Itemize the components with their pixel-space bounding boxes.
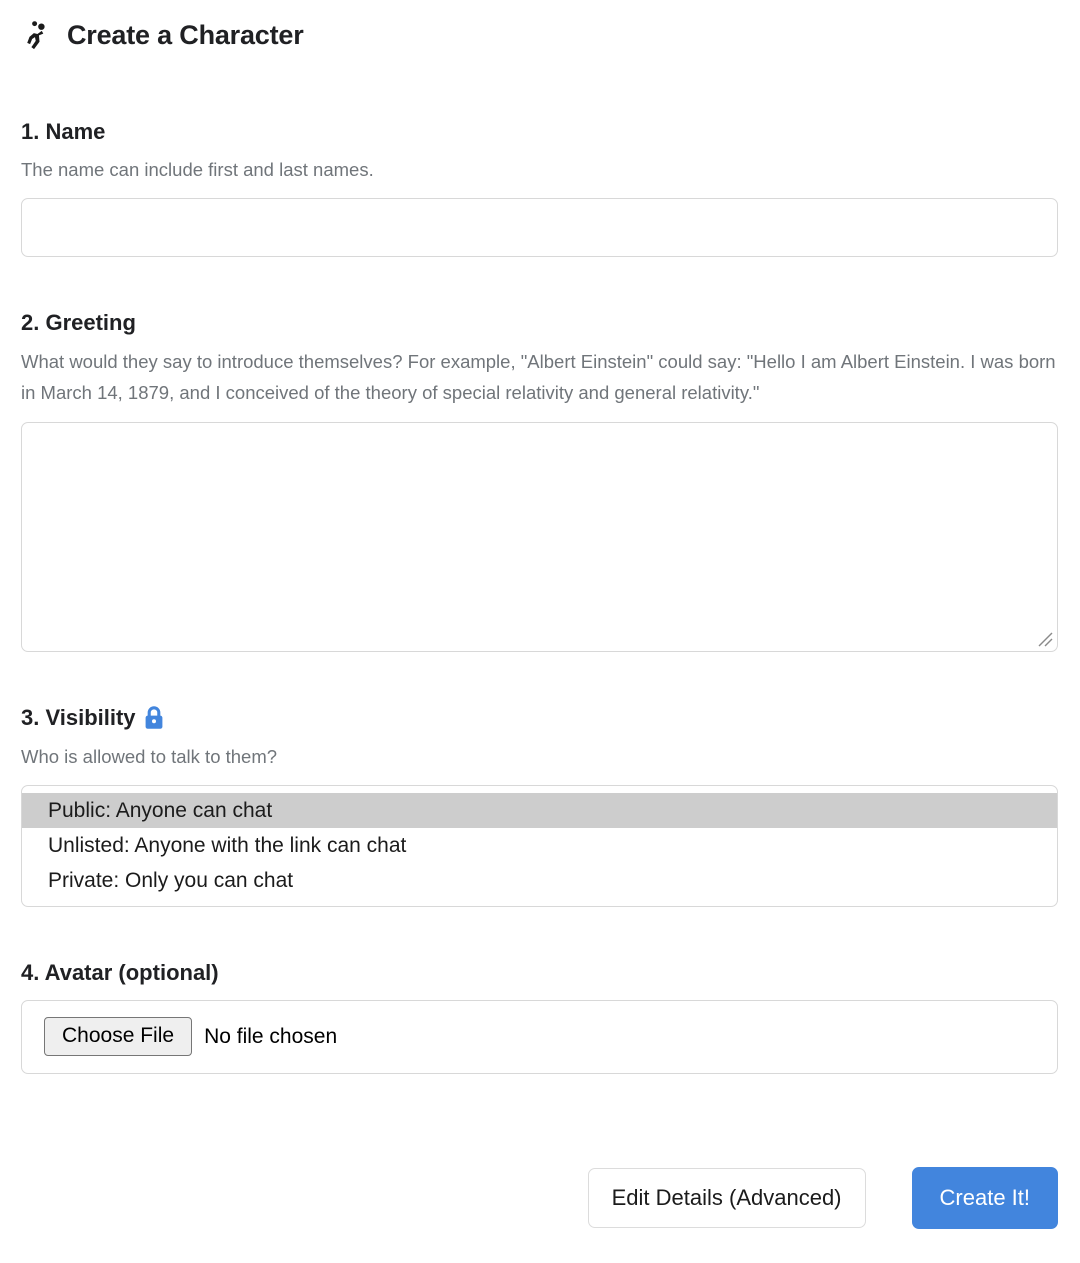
section-visibility-heading: 3. Visibility <box>21 705 1058 731</box>
lock-icon <box>142 705 166 731</box>
section-visibility-heading-text: 3. Visibility <box>21 705 136 731</box>
form-actions: Edit Details (Advanced) Create It! <box>587 1167 1058 1229</box>
create-it-button[interactable]: Create It! <box>911 1167 1058 1229</box>
page-header: Create a Character <box>21 0 1058 58</box>
section-name-heading: 1. Name <box>21 119 106 144</box>
avatar-file-input[interactable]: Choose File No file chosen <box>21 999 1058 1074</box>
section-avatar-heading: 4. Avatar (optional) <box>21 960 219 986</box>
file-status-label: No file chosen <box>204 1024 338 1048</box>
handball-player-icon <box>21 18 55 52</box>
choose-file-button[interactable]: Choose File <box>44 1017 193 1057</box>
section-visibility-description: Who is allowed to talk to them? <box>21 745 278 767</box>
section-greeting-description: What would they say to introduce themsel… <box>21 350 1056 404</box>
section-visibility: 3. Visibility Who is allowed to talk to … <box>21 705 1058 908</box>
create-character-page: Create a Character 1. Name The name can … <box>0 0 1080 1263</box>
edit-details-button[interactable]: Edit Details (Advanced) <box>587 1168 866 1228</box>
visibility-option-unlisted[interactable]: Unlisted: Anyone with the link can chat <box>22 828 1057 863</box>
name-input[interactable] <box>21 198 1058 258</box>
visibility-option-private[interactable]: Private: Only you can chat <box>22 863 1057 898</box>
resize-grip-icon[interactable] <box>1037 631 1054 648</box>
section-name-description: The name can include first and last name… <box>21 159 374 181</box>
greeting-textarea-wrapper <box>21 422 1058 653</box>
page-title: Create a Character <box>67 19 304 50</box>
section-greeting-heading: 2. Greeting <box>21 310 136 336</box>
section-greeting: 2. Greeting What would they say to intro… <box>21 310 1058 653</box>
visibility-option-public[interactable]: Public: Anyone can chat <box>22 793 1057 829</box>
section-avatar: 4. Avatar (optional) Choose File No file… <box>21 960 1058 1074</box>
section-name: 1. Name The name can include first and l… <box>21 119 1058 258</box>
visibility-listbox[interactable]: Public: Anyone can chat Unlisted: Anyone… <box>21 785 1058 908</box>
